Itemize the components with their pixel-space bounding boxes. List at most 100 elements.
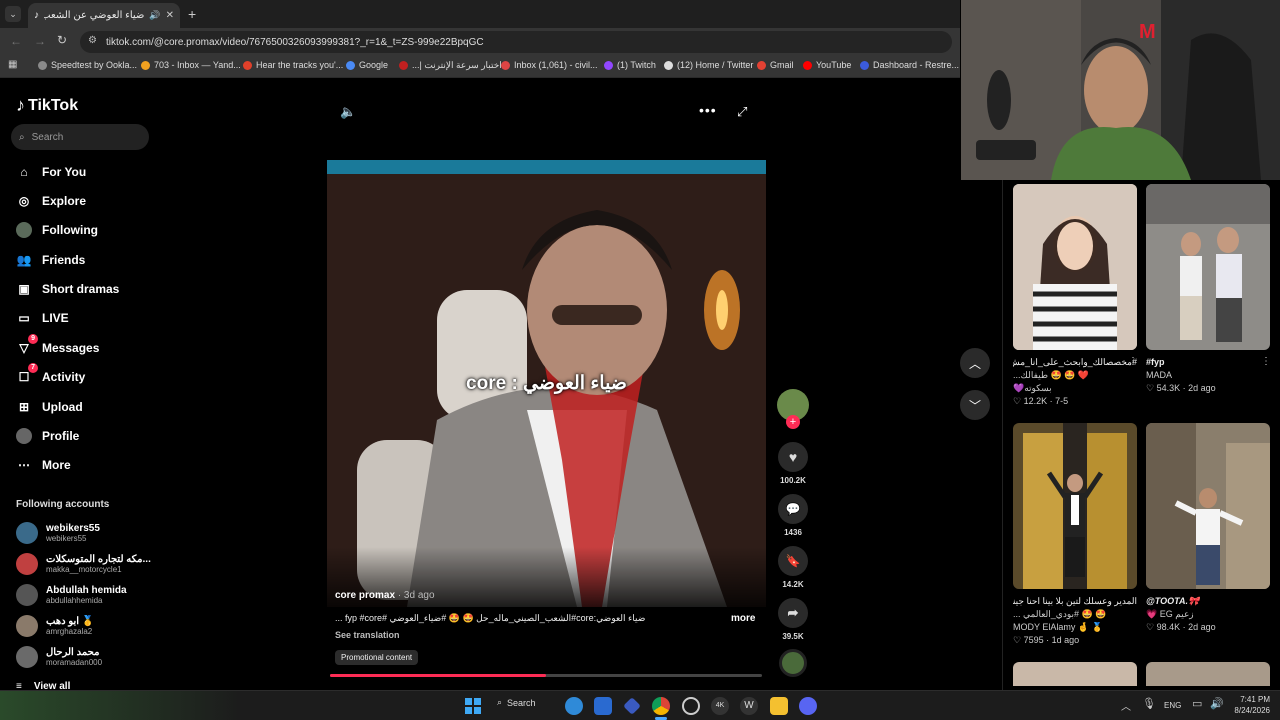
back-icon[interactable]: ← bbox=[10, 34, 22, 48]
file-explorer-icon[interactable] bbox=[770, 697, 788, 715]
more-options-icon[interactable]: ••• bbox=[699, 102, 717, 118]
video-author[interactable]: core promax bbox=[335, 590, 395, 601]
nav-live[interactable]: ▭ LIVE bbox=[16, 310, 68, 326]
bookmark-item[interactable]: Hear the tracks you'... bbox=[243, 60, 343, 70]
heart-outline-icon: ♡ bbox=[1013, 635, 1022, 645]
search-input[interactable]: ⌕ Search bbox=[11, 124, 149, 150]
video-thumbnail bbox=[1146, 423, 1270, 589]
app-icon[interactable] bbox=[682, 697, 700, 715]
recommended-video[interactable]: #fyp MADA ♡ 54.3K · 2d ago bbox=[1146, 184, 1270, 395]
bookmark-item[interactable]: Speedtest by Ookla... bbox=[38, 60, 137, 70]
display-icon[interactable]: ▭ bbox=[1192, 697, 1202, 710]
apps-icon[interactable]: ▦ bbox=[8, 59, 17, 70]
taskbar-search[interactable]: ⌕ Search bbox=[497, 697, 536, 708]
live-icon: ▭ bbox=[18, 311, 30, 325]
recommended-video-partial[interactable] bbox=[1013, 662, 1137, 686]
fullscreen-icon[interactable]: ⤢ bbox=[737, 104, 747, 120]
like-action[interactable]: ♥ 100.2K bbox=[777, 442, 809, 485]
caption-more-button[interactable]: more bbox=[731, 613, 755, 624]
tiktok-logo[interactable]: ♪ TikTok bbox=[16, 95, 78, 116]
bookmark-item[interactable]: Inbox (1,061) - civil... bbox=[501, 60, 598, 70]
following-account[interactable]: Abdullah hemida abdullahhemida bbox=[16, 584, 127, 606]
language-indicator[interactable]: ENG bbox=[1164, 701, 1181, 710]
share-action[interactable]: ➦ 39.5K bbox=[777, 598, 809, 641]
video-player[interactable]: ضياء العوضي : core core promax · 3d ago bbox=[327, 160, 766, 607]
recommended-video-partial[interactable] bbox=[1146, 662, 1270, 686]
video-progress-bar[interactable] bbox=[330, 674, 762, 677]
next-video-button[interactable]: ﹀ bbox=[960, 390, 990, 420]
edge-icon[interactable] bbox=[565, 697, 583, 715]
save-action[interactable]: 🔖 14.2K bbox=[777, 546, 809, 589]
tab-audio-icon[interactable]: 🔊 bbox=[149, 10, 160, 21]
forward-icon[interactable]: → bbox=[34, 34, 46, 48]
video-time-ago: · 3d ago bbox=[397, 590, 435, 601]
app-icon[interactable] bbox=[623, 697, 641, 715]
nav-upload[interactable]: ⊞ Upload bbox=[16, 399, 83, 415]
chrome-icon[interactable] bbox=[652, 697, 670, 715]
weather-widget[interactable] bbox=[0, 691, 240, 720]
heart-outline-icon: ♡ bbox=[1146, 383, 1155, 393]
webcam-overlay: M bbox=[961, 0, 1280, 180]
avatar bbox=[16, 615, 38, 637]
comment-action[interactable]: 💬 1436 bbox=[777, 494, 809, 537]
card-more-icon[interactable]: ⋮ bbox=[1128, 356, 1138, 367]
video-thumbnail bbox=[1146, 184, 1270, 350]
bookmark-item[interactable]: Google bbox=[346, 60, 388, 70]
recommended-video[interactable]: المدير وعسلك لتين بلا بينا احنا جينا 🤩 🤩… bbox=[1013, 423, 1137, 647]
avatar bbox=[16, 522, 38, 544]
following-account[interactable]: مكه لتجاره المتوسكلات... makka__motorcycl… bbox=[16, 553, 151, 575]
recommended-video[interactable]: #مخصصالك_وابحث_على_انا_مش... ❤️ 🤩 🤩 طيفا… bbox=[1013, 184, 1137, 408]
nav-short-dramas[interactable]: ▣ Short dramas bbox=[16, 281, 119, 297]
nav-more[interactable]: ⋯ More bbox=[16, 457, 71, 473]
bookmark-item[interactable]: Gmail bbox=[757, 60, 794, 70]
prev-video-button[interactable]: ︿ bbox=[960, 348, 990, 378]
nav-friends[interactable]: 👥 Friends bbox=[16, 252, 86, 268]
recommended-video[interactable]: @TOOTA.🎀 زعيم EG 💗 ♡ 98.4K · 2d ago bbox=[1146, 423, 1270, 634]
nav-for-you[interactable]: ⌂ For You bbox=[16, 164, 86, 180]
bookmark-item[interactable]: YouTube bbox=[803, 60, 851, 70]
bookmark-favicon-icon bbox=[243, 60, 252, 70]
tab-list-button[interactable]: ⌄ bbox=[5, 6, 21, 22]
following-account[interactable]: محمد الرحال moramadan000 bbox=[16, 646, 102, 668]
browser-tab-active[interactable]: ♪ ضياء العوضي عن الشعب الـ 🔊 ✕ bbox=[28, 3, 180, 28]
windows-start-icon[interactable] bbox=[465, 698, 481, 714]
nav-following[interactable]: Following bbox=[16, 222, 98, 238]
clock[interactable]: 7:41 PM 8/24/2026 bbox=[1226, 694, 1270, 716]
avatar bbox=[16, 553, 38, 575]
see-translation-link[interactable]: See translation bbox=[335, 630, 400, 640]
sound-disc[interactable] bbox=[779, 649, 807, 677]
speaker-icon[interactable]: 🔊 bbox=[1210, 697, 1224, 710]
address-bar[interactable]: ⚙ tiktok.com/@core.promax/video/76765003… bbox=[80, 31, 952, 53]
reload-icon[interactable]: ↻ bbox=[57, 33, 67, 47]
card-more-icon[interactable]: ⋮ bbox=[1261, 356, 1271, 367]
mail-icon[interactable] bbox=[594, 697, 612, 715]
bookmark-item[interactable]: اختبار سرعة الإنترنت |... bbox=[399, 60, 502, 71]
follow-plus-icon[interactable]: + bbox=[786, 415, 800, 429]
bookmark-item[interactable]: (1) Twitch bbox=[604, 60, 656, 70]
compass-icon: ◎ bbox=[18, 194, 30, 208]
nav-explore[interactable]: ◎ Explore bbox=[16, 193, 86, 209]
show-hidden-icons-icon[interactable]: ︿ bbox=[1121, 698, 1131, 713]
video-overlay-text: ضياء العوضي : core bbox=[466, 373, 627, 394]
share-count: 39.5K bbox=[782, 632, 804, 641]
4k-app-icon[interactable]: 4K bbox=[711, 697, 729, 715]
bookmark-item[interactable]: (12) Home / Twitter bbox=[664, 60, 753, 70]
microphone-icon[interactable]: 🎙 bbox=[1142, 697, 1156, 710]
browser-toolbar: ← → ↻ ⚙ tiktok.com/@core.promax/video/76… bbox=[0, 28, 960, 56]
tab-close-icon[interactable]: ✕ bbox=[166, 10, 174, 21]
nav-messages[interactable]: ▽ 9 Messages bbox=[16, 334, 99, 356]
bookmark-item[interactable]: 703 - Inbox — Yand... bbox=[141, 60, 241, 70]
volume-icon[interactable]: 🔈 bbox=[340, 104, 356, 120]
bookmark-favicon-icon bbox=[501, 60, 510, 70]
following-account[interactable]: webikers55 webikers55 bbox=[16, 522, 100, 544]
bookmark-favicon-icon bbox=[604, 60, 613, 70]
site-info-icon[interactable]: ⚙ bbox=[88, 35, 97, 46]
following-account[interactable]: ابو دهب 🥇 amrghazala2 bbox=[16, 615, 94, 637]
discord-icon[interactable] bbox=[799, 697, 817, 715]
friends-icon: 👥 bbox=[16, 253, 32, 267]
nav-profile[interactable]: Profile bbox=[16, 428, 79, 444]
wordpress-icon[interactable]: W bbox=[740, 697, 758, 715]
nav-activity[interactable]: ☐ 7 Activity bbox=[16, 363, 85, 385]
new-tab-button[interactable]: + bbox=[188, 6, 196, 22]
bookmark-item[interactable]: Dashboard - Restre... bbox=[860, 60, 959, 70]
